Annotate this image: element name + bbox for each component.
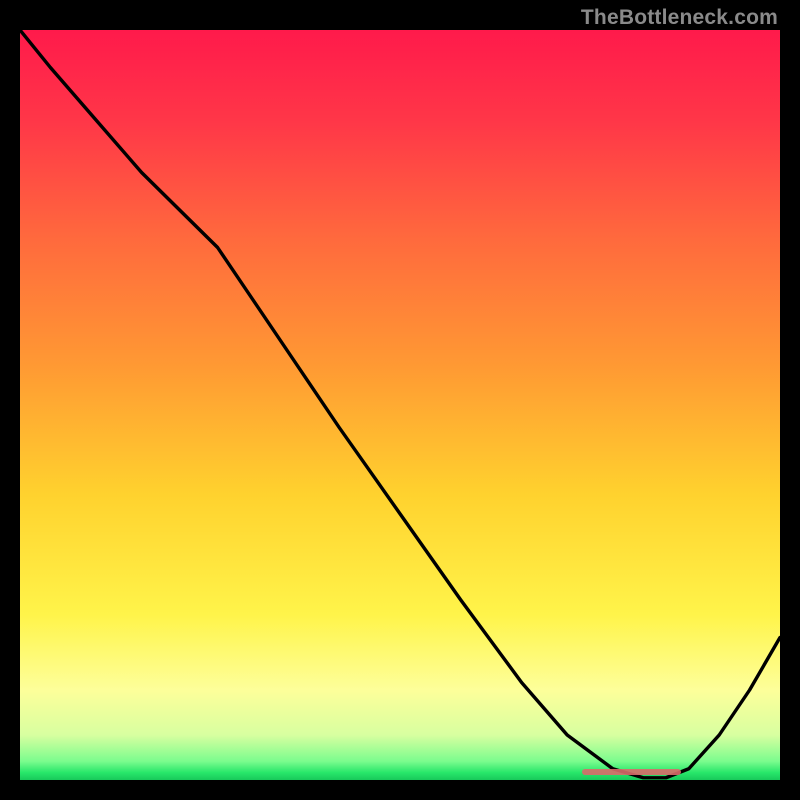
data-line bbox=[20, 30, 780, 780]
watermark-text: TheBottleneck.com bbox=[581, 6, 778, 30]
plot-area bbox=[20, 30, 780, 780]
optimal-range-marker bbox=[582, 769, 681, 775]
chart-container bbox=[20, 30, 780, 780]
